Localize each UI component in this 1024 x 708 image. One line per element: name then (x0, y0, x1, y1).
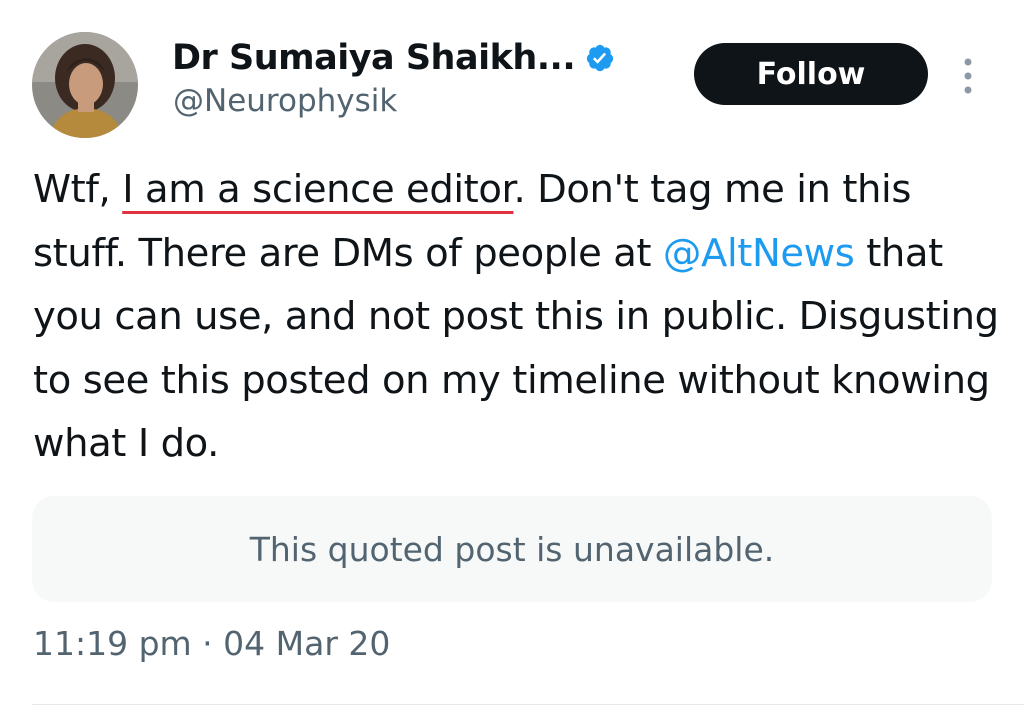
verified-badge-icon (585, 43, 615, 73)
tweet-text: Wtf, I am a science editor. Don't tag me… (33, 158, 1008, 476)
author-handle[interactable]: @Neurophysik (173, 83, 397, 119)
mention-link[interactable]: @AltNews (663, 231, 855, 276)
post-timestamp[interactable]: 11:19 pm · 04 Mar 20 (33, 624, 390, 663)
more-options-icon[interactable] (956, 56, 980, 96)
author-name-row[interactable]: Dr Sumaiya Shaikh... (172, 38, 615, 78)
author-display-name[interactable]: Dr Sumaiya Shaikh... (172, 38, 576, 78)
quoted-post-card: This quoted post is unavailable. (32, 496, 992, 602)
divider (32, 704, 1024, 705)
tweet-underlined-phrase: I am a science editor (122, 167, 514, 212)
quoted-post-unavailable-message: This quoted post is unavailable. (249, 529, 775, 569)
follow-button[interactable]: Follow (694, 43, 928, 105)
tweet-text-part: Wtf, (33, 167, 123, 212)
avatar[interactable] (32, 32, 138, 138)
